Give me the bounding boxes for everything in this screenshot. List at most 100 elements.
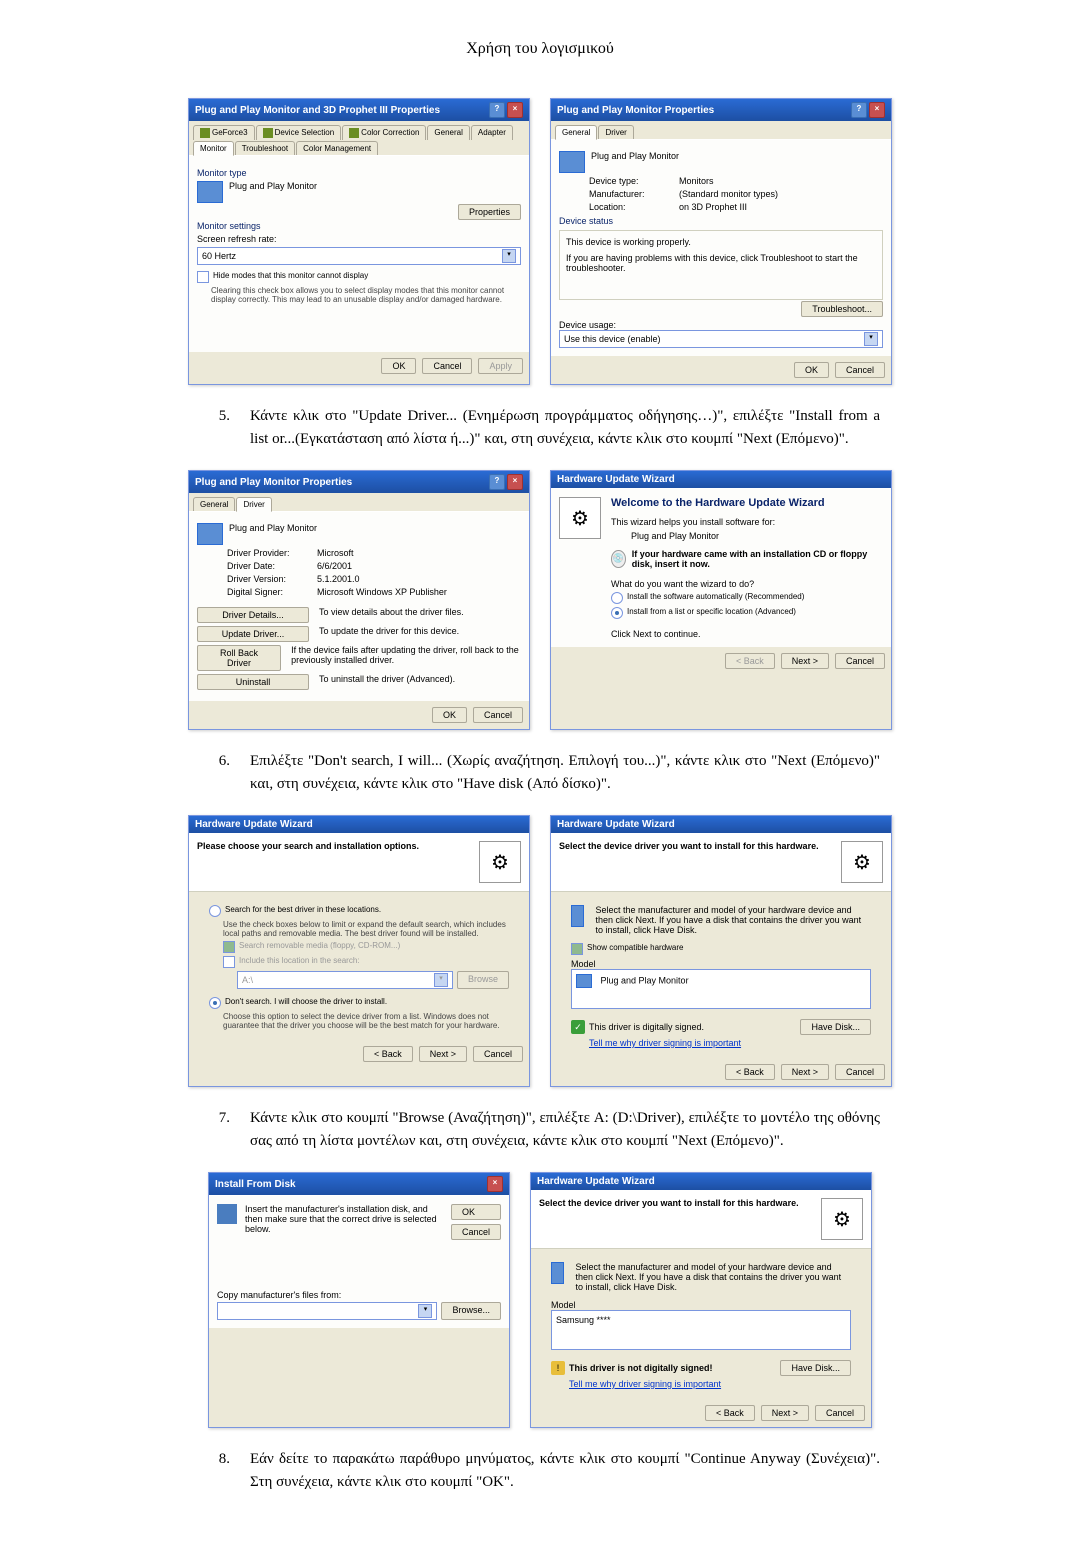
provider-value: Microsoft (317, 548, 354, 558)
properties-button[interactable]: Properties (458, 204, 521, 220)
cancel-button[interactable]: Cancel (835, 653, 885, 669)
close-icon[interactable]: × (487, 1176, 503, 1192)
signing-link[interactable]: Tell me why driver signing is important (589, 1038, 871, 1048)
cancel-button[interactable]: Cancel (835, 1064, 885, 1080)
hide-modes-checkbox[interactable] (197, 271, 209, 283)
browse-button[interactable]: Browse (457, 971, 509, 989)
tab-monitor[interactable]: Monitor (193, 141, 234, 156)
wizard-continue-text: Click Next to continue. (611, 629, 883, 639)
device-name: Plug and Play Monitor (229, 523, 317, 545)
next-button[interactable]: Next > (781, 1064, 829, 1080)
ok-button[interactable]: OK (451, 1204, 501, 1220)
ok-button[interactable]: OK (794, 362, 829, 378)
step-6: 6. Επιλέξτε "Don't search, I will... (Χω… (60, 750, 1020, 795)
back-button[interactable]: < Back (705, 1405, 755, 1421)
radio-list-install[interactable] (611, 607, 623, 619)
close-icon[interactable]: × (507, 102, 523, 118)
date-value: 6/6/2001 (317, 561, 352, 571)
nvidia-icon (263, 128, 273, 138)
next-button[interactable]: Next > (419, 1046, 467, 1062)
tab-geforce3[interactable]: GeForce3 (193, 125, 255, 140)
back-button[interactable]: < Back (363, 1046, 413, 1062)
help-icon[interactable]: ? (489, 102, 505, 118)
nvidia-icon (200, 128, 210, 138)
step-number: 6. (60, 750, 250, 795)
chevron-down-icon: ▾ (864, 332, 878, 346)
cancel-button[interactable]: Cancel (422, 358, 472, 374)
cancel-button[interactable]: Cancel (451, 1224, 501, 1240)
help-icon[interactable]: ? (851, 102, 867, 118)
model-header: Model (571, 959, 871, 969)
cancel-button[interactable]: Cancel (815, 1405, 865, 1421)
radio-dont-search[interactable] (209, 997, 221, 1009)
troubleshoot-button[interactable]: Troubleshoot... (801, 301, 883, 317)
cancel-button[interactable]: Cancel (473, 707, 523, 723)
rollback-driver-button[interactable]: Roll Back Driver (197, 645, 281, 671)
tab-color-management[interactable]: Color Management (296, 141, 378, 155)
tab-color-correction[interactable]: Color Correction (342, 125, 426, 140)
tab-driver[interactable]: Driver (598, 125, 633, 139)
device-usage-select[interactable]: Use this device (enable) ▾ (559, 330, 883, 348)
titlebar: Plug and Play Monitor Properties ? × (551, 99, 891, 121)
dont-search-desc: Choose this option to select the device … (223, 1012, 509, 1030)
model-listbox[interactable]: Plug and Play Monitor (571, 969, 871, 1009)
model-item: Samsung **** (556, 1315, 611, 1325)
signing-link[interactable]: Tell me why driver signing is important (569, 1379, 851, 1389)
back-button[interactable]: < Back (725, 653, 775, 669)
signer-value: Microsoft Windows XP Publisher (317, 587, 447, 597)
browse-button[interactable]: Browse... (441, 1302, 501, 1320)
copy-path-select[interactable]: ▾ (217, 1302, 437, 1320)
next-button[interactable]: Next > (761, 1405, 809, 1421)
next-button[interactable]: Next > (781, 653, 829, 669)
tab-adapter[interactable]: Adapter (471, 125, 513, 140)
signed-icon: ✓ (571, 1020, 585, 1034)
update-driver-desc: To update the driver for this device. (319, 626, 459, 642)
tab-general[interactable]: General (427, 125, 469, 140)
driver-details-button[interactable]: Driver Details... (197, 607, 309, 623)
checkbox-include-location[interactable] (223, 956, 235, 968)
refresh-rate-select[interactable]: 60 Hertz ▾ (197, 247, 521, 265)
monitor-icon (576, 974, 592, 988)
signer-label: Digital Signer: (227, 587, 317, 597)
location-path-select[interactable]: A:\▾ (237, 971, 453, 989)
have-disk-button[interactable]: Have Disk... (800, 1019, 871, 1035)
chevron-down-icon: ▾ (434, 973, 448, 987)
update-driver-button[interactable]: Update Driver... (197, 626, 309, 642)
back-button[interactable]: < Back (725, 1064, 775, 1080)
tab-driver[interactable]: Driver (236, 497, 271, 512)
cancel-button[interactable]: Cancel (473, 1046, 523, 1062)
refresh-rate-value: 60 Hertz (202, 251, 236, 261)
close-icon[interactable]: × (507, 474, 523, 490)
radio-list-label: Install from a list or specific location… (627, 607, 796, 616)
ok-button[interactable]: OK (381, 358, 416, 374)
manufacturer-value: (Standard monitor types) (679, 189, 883, 199)
device-usage-value: Use this device (enable) (564, 334, 661, 344)
wizard-header-text: Select the device driver you want to ins… (539, 1198, 811, 1240)
tab-device-selection[interactable]: Device Selection (256, 125, 342, 140)
have-disk-button[interactable]: Have Disk... (780, 1360, 851, 1376)
apply-button[interactable]: Apply (478, 358, 523, 374)
help-icon[interactable]: ? (489, 474, 505, 490)
page-title: Χρήση του λογισμικού (60, 40, 1020, 58)
step-text: Κάντε κλικ στο "Update Driver... (Ενημέρ… (250, 405, 1020, 450)
dialog-install-from-disk: Install From Disk × Insert the manufactu… (208, 1172, 510, 1428)
radio-auto-install[interactable] (611, 592, 623, 604)
ok-button[interactable]: OK (432, 707, 467, 723)
instruction-text: Insert the manufacturer's installation d… (245, 1204, 443, 1240)
checkbox-removable-media[interactable] (223, 941, 235, 953)
radio-search-best-label: Search for the best driver in these loca… (225, 905, 381, 914)
uninstall-button[interactable]: Uninstall (197, 674, 309, 690)
model-header: Model (551, 1300, 851, 1310)
tab-general[interactable]: General (193, 497, 235, 511)
radio-search-best[interactable] (209, 905, 221, 917)
title-text: Hardware Update Wizard (557, 474, 675, 485)
show-compatible-checkbox[interactable] (571, 943, 583, 955)
tab-general[interactable]: General (555, 125, 597, 140)
close-icon[interactable]: × (869, 102, 885, 118)
tab-troubleshoot[interactable]: Troubleshoot (235, 141, 295, 155)
model-listbox[interactable]: Samsung **** (551, 1310, 851, 1350)
device-type-label: Device type: (589, 176, 679, 186)
dialog-pnp-monitor-properties-general: Plug and Play Monitor Properties ? × Gen… (550, 98, 892, 385)
refresh-rate-label: Screen refresh rate: (197, 234, 521, 244)
cancel-button[interactable]: Cancel (835, 362, 885, 378)
